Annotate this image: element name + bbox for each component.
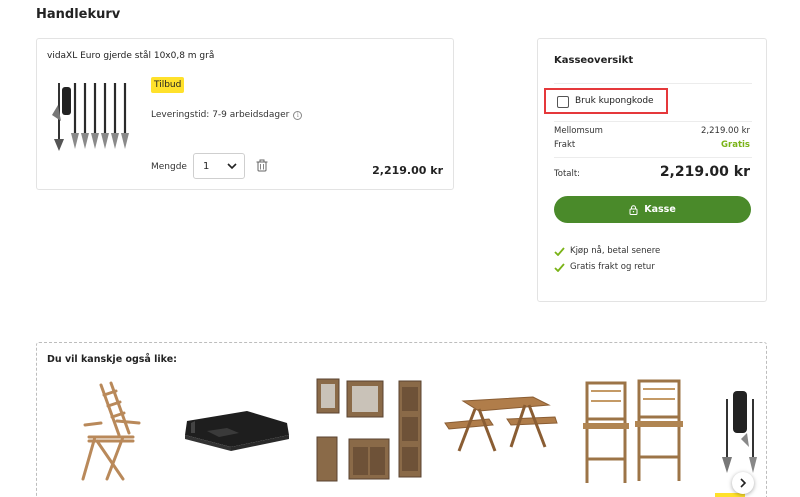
divider	[554, 157, 752, 158]
page-title: Handlekurv	[36, 7, 121, 22]
quantity-select[interactable]: 1	[193, 153, 245, 179]
product-thumbnail[interactable]	[719, 389, 767, 479]
perk-text: Gratis frakt og retur	[570, 262, 655, 272]
coupon-label[interactable]: Bruk kupongkode	[575, 96, 654, 106]
chevron-right-icon	[740, 478, 747, 488]
perk-item: Gratis frakt og retur	[554, 262, 655, 272]
recommendations-carousel: Du vil kanskje også like:	[36, 342, 767, 497]
checkout-button[interactable]: Kasse	[554, 196, 751, 223]
trash-icon[interactable]	[256, 159, 268, 172]
perk-text: Kjøp nå, betal senere	[570, 246, 661, 256]
info-icon[interactable]: i	[293, 110, 303, 120]
product-thumbnail[interactable]	[579, 379, 691, 487]
total-value: 2,219.00 kr	[659, 164, 750, 180]
summary-title: Kasseoversikt	[554, 55, 634, 66]
lock-icon	[629, 204, 638, 215]
product-thumbnail[interactable]	[177, 403, 297, 453]
order-summary-card: Kasseoversikt Bruk kupongkode Mellomsum …	[537, 38, 767, 302]
shipping-value: Gratis	[721, 140, 750, 150]
coupon-toggle[interactable]: Bruk kupongkode	[544, 88, 668, 114]
cart-item-card: vidaXL Euro gjerde stål 10x0,8 m grå Til…	[36, 38, 454, 190]
checkout-label: Kasse	[644, 204, 676, 215]
checkmark-icon	[554, 262, 565, 272]
subtotal-label: Mellomsum	[554, 126, 603, 136]
delivery-text: Leveringstid: 7-9 arbeidsdager	[151, 110, 290, 120]
divider	[554, 83, 752, 84]
quantity-label: Mengde	[151, 162, 187, 172]
offer-badge: Tilbud	[151, 77, 185, 93]
divider	[554, 121, 752, 122]
shipping-label: Frakt	[554, 140, 576, 150]
carousel-next-button[interactable]	[732, 472, 754, 494]
coupon-checkbox[interactable]	[557, 96, 569, 108]
product-thumbnail[interactable]	[441, 393, 559, 459]
subtotal-value: 2,219.00 kr	[701, 126, 750, 136]
line-price: 2,219.00 kr	[372, 164, 443, 177]
product-thumbnail[interactable]	[71, 375, 151, 485]
total-label: Totalt:	[554, 169, 581, 179]
delivery-time: Leveringstid: 7-9 arbeidsdager i	[151, 110, 303, 120]
product-thumbnail[interactable]	[309, 377, 424, 485]
perk-item: Kjøp nå, betal senere	[554, 246, 660, 256]
product-image[interactable]	[47, 75, 132, 155]
chevron-down-icon	[227, 162, 237, 169]
quantity-value: 1	[203, 160, 210, 172]
recommendations-title: Du vil kanskje også like:	[47, 354, 177, 365]
checkmark-icon	[554, 246, 565, 256]
product-name[interactable]: vidaXL Euro gjerde stål 10x0,8 m grå	[47, 51, 214, 61]
